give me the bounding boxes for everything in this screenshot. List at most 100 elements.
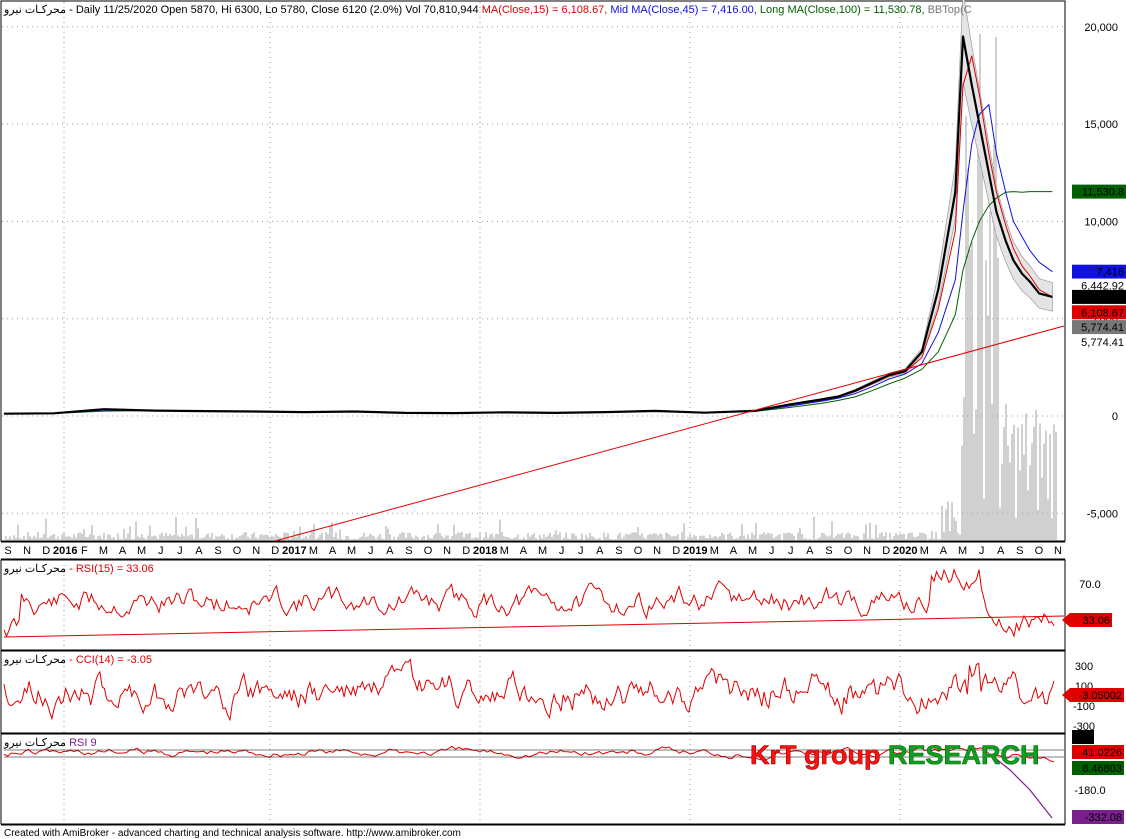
time-tick-label: M <box>137 545 146 557</box>
watermark-krt: KrT group <box>750 740 888 770</box>
time-tick-label: A <box>195 545 203 557</box>
time-tick-label: J <box>177 545 183 557</box>
time-tick-label: 2016 <box>53 545 77 557</box>
time-tick-label: O <box>233 545 242 557</box>
ma15-line <box>3 55 1053 415</box>
time-tick-label: J <box>368 545 374 557</box>
time-tick-label: S <box>214 545 221 557</box>
time-tick-label: S <box>1016 545 1023 557</box>
time-tick-label: A <box>386 545 394 557</box>
trend-line <box>274 325 1065 542</box>
rsi9-badge-label: 8.46803 <box>1082 763 1122 775</box>
watermark-research: RESEARCH <box>888 740 1040 770</box>
time-tick-label: 2018 <box>473 545 497 557</box>
rsi15-label: - RSI(15) = 33.06 <box>66 563 154 575</box>
time-tick-label: 2019 <box>683 545 707 557</box>
time-tick-label: O <box>1035 545 1044 557</box>
time-tick-label: N <box>863 545 871 557</box>
time-tick-label: 2017 <box>282 545 306 557</box>
rsi15-symbol: محركـات نيرو <box>3 563 66 575</box>
header-legend: محركـات نيرو - Daily 11/25/2020 Open 587… <box>3 4 972 16</box>
rsi15-tick-label: 70.0 <box>1079 579 1100 591</box>
cci-title: محركـات نيرو - CCI(14) = -3.05 <box>3 654 152 666</box>
price-panel-frame <box>0 0 1066 542</box>
legend-ma15: MA(Close,15) = 6,108.67, <box>482 4 608 16</box>
time-tick-label: F <box>81 545 88 557</box>
header-info: - Daily 11/25/2020 Open 5870, Hi 6300, L… <box>66 4 482 16</box>
time-tick-label: S <box>4 545 11 557</box>
rsi9-badge-label: -332.08 <box>1085 812 1122 824</box>
price-badge-label: 5,774.41 <box>1081 322 1124 334</box>
bollinger-band <box>3 0 1053 415</box>
footer-text: Created with AmiBroker - advanced charti… <box>4 828 461 839</box>
cci-label: - CCI(14) = -3.05 <box>66 654 152 666</box>
cci-tick-label: -100 <box>1073 701 1095 713</box>
legend-ma100: Long MA(Close,100) = 11,530.78, <box>760 4 925 16</box>
time-tick-label: D <box>42 545 50 557</box>
time-tick-label: J <box>559 545 565 557</box>
time-tick-label: N <box>1054 545 1062 557</box>
cci-line <box>3 658 1055 722</box>
rsi9-label: RSI 9 <box>66 737 97 749</box>
time-tick-label: M <box>538 545 547 557</box>
time-tick-label: J <box>158 545 164 557</box>
time-tick-label: M <box>958 545 967 557</box>
rsi15-badge-label: 33.06 <box>1082 615 1110 627</box>
time-tick-label: J <box>769 545 775 557</box>
rsi9-badge-label: 50 <box>1080 732 1092 744</box>
time-tick-label: M <box>710 545 719 557</box>
time-axis: S N D 2016 F M A M J J A S O N D 2017 M A M J A S O N D 2018 M A M J J… <box>4 545 1062 557</box>
time-tick-label: A <box>329 545 337 557</box>
volume-histogram <box>5 34 1057 540</box>
rsi9-symbol: محركـات نيرو <box>3 737 66 749</box>
time-tick-label: S <box>825 545 832 557</box>
rsi9-badge-label: 41.0226 <box>1082 747 1122 759</box>
time-tick-label: O <box>844 545 853 557</box>
time-tick-label: S <box>405 545 412 557</box>
rsi15-trend-line <box>3 615 1065 638</box>
legend-ma45: Mid MA(Close,45) = 7,416.00, <box>610 4 756 16</box>
price-tick-label: 0 <box>1112 411 1118 423</box>
time-tick-label: J <box>979 545 985 557</box>
time-tick-label: D <box>462 545 470 557</box>
value-badges: 11,530.87,4166,442.926,1206,108.675,774.… <box>1072 184 1126 350</box>
price-badge-label: 6,120 <box>1096 292 1124 304</box>
time-tick-label: O <box>634 545 643 557</box>
time-tick-label: D <box>672 545 680 557</box>
time-tick-label: N <box>23 545 31 557</box>
rsi9-title: محركـات نيرو RSI 9 <box>3 737 97 749</box>
time-tick-label: D <box>882 545 890 557</box>
time-tick-label: N <box>443 545 451 557</box>
time-tick-label: M <box>347 545 356 557</box>
price-badge-label: 11,530.8 <box>1082 187 1124 199</box>
time-tick-label: A <box>596 545 604 557</box>
time-tick-label: S <box>615 545 622 557</box>
time-tick-label: A <box>940 545 948 557</box>
cci-symbol: محركـات نيرو <box>3 654 66 666</box>
rsi15-title: محركـات نيرو - RSI(15) = 33.06 <box>3 563 154 575</box>
time-tick-label: M <box>920 545 929 557</box>
time-tick-label: J <box>578 545 584 557</box>
close-line <box>3 35 1053 415</box>
price-badge-label: 5,774.41 <box>1081 337 1124 349</box>
cci-panel-frame <box>0 650 1066 734</box>
price-tick-label: 20,000 <box>1084 22 1118 34</box>
ma45-line <box>3 104 1053 415</box>
bollinger-band-area <box>3 0 1053 415</box>
time-tick-label: A <box>119 545 127 557</box>
header-symbol: محركـات نيرو <box>3 4 66 16</box>
time-tick-label: A <box>806 545 814 557</box>
legend-bbtop: BBTop(C <box>928 4 972 16</box>
indicator-lines: 70.0033.06300100-100-300-3.05002-180.0-3… <box>3 568 1124 824</box>
price-badge-label: 6,108.67 <box>1081 307 1124 319</box>
price-tick-label: 10,000 <box>1084 216 1118 228</box>
watermark: KrT group RESEARCH <box>750 740 1040 770</box>
price-lines <box>3 35 1065 542</box>
time-tick-label: N <box>653 545 661 557</box>
time-tick-label: A <box>520 545 528 557</box>
ma100-line <box>3 191 1053 415</box>
amibroker-chart: 70.0033.06300100-100-300-3.05002-180.0-3… <box>0 0 1126 839</box>
price-tick-label: -5,000 <box>1087 508 1118 520</box>
time-tick-label: M <box>748 545 757 557</box>
time-tick-label: J <box>788 545 794 557</box>
